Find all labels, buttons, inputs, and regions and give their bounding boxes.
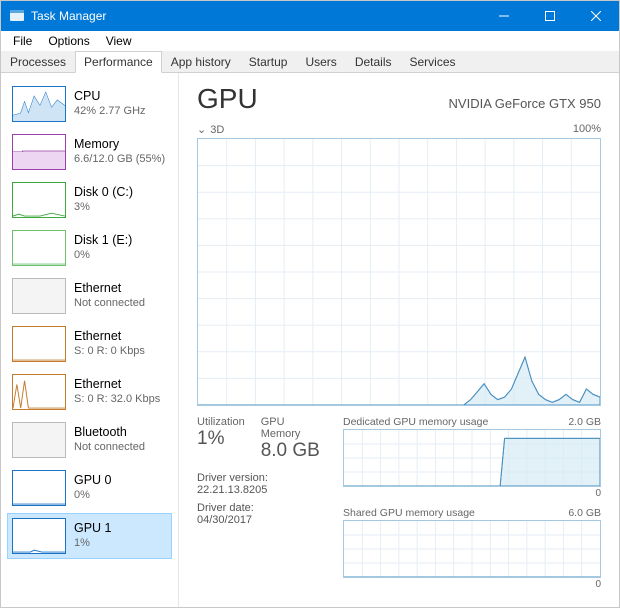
sidebar-item-label: CPU: [74, 89, 146, 105]
thumbnail-chart-icon: [12, 230, 66, 266]
sidebar-item-gpu1[interactable]: GPU 11%: [7, 513, 172, 559]
sidebar-item-bluetooth[interactable]: BluetoothNot connected: [7, 417, 172, 463]
menubar: File Options View: [1, 31, 619, 51]
gpu-mem-label: GPU Memory: [261, 416, 325, 440]
dedicated-mem-chart[interactable]: [343, 429, 601, 487]
sidebar-item-gpu0[interactable]: GPU 00%: [7, 465, 172, 511]
tab-details[interactable]: Details: [346, 51, 401, 72]
window-controls: [481, 1, 619, 31]
util-label: Utilization: [197, 416, 245, 428]
sidebar-item-label: Bluetooth: [74, 425, 145, 441]
sidebar-item-sub: 3%: [74, 201, 133, 215]
gpu-mem-value: 8.0 GB: [261, 440, 325, 462]
close-button[interactable]: [573, 1, 619, 31]
sidebar-item-label: Ethernet: [74, 281, 145, 297]
tab-processes[interactable]: Processes: [1, 51, 75, 72]
sidebar-item-sub: Not connected: [74, 441, 145, 455]
sidebar-item-disk1[interactable]: Disk 1 (E:)0%: [7, 225, 172, 271]
driver-version-label: Driver version:: [197, 472, 325, 484]
chart-selector[interactable]: ⌄ 3D: [197, 123, 224, 136]
sidebar-item-ethernet-1[interactable]: EthernetS: 0 R: 0 Kbps: [7, 321, 172, 367]
shared-mem-chart[interactable]: [343, 520, 601, 578]
thumbnail-chart-icon: [12, 470, 66, 506]
driver-version-value: 22.21.13.8205: [197, 484, 325, 496]
sidebar-item-sub: 0%: [74, 489, 112, 503]
chart-zero-label: 0: [343, 488, 601, 499]
titlebar: Task Manager: [1, 1, 619, 31]
sidebar-item-sub: 42% 2.77 GHz: [74, 105, 146, 119]
util-value: 1%: [197, 428, 245, 450]
window-title: Task Manager: [31, 9, 481, 23]
detail-panel: GPU NVIDIA GeForce GTX 950 ⌄ 3D 100% Util…: [179, 73, 619, 607]
sidebar-item-sub: 1%: [74, 537, 112, 551]
tab-startup[interactable]: Startup: [240, 51, 297, 72]
thumbnail-chart-icon: [12, 134, 66, 170]
menu-options[interactable]: Options: [40, 32, 97, 50]
detail-device-name: NVIDIA GeForce GTX 950: [449, 96, 601, 111]
sidebar-item-sub: 6.6/12.0 GB (55%): [74, 153, 165, 167]
thumbnail-chart-icon: [12, 422, 66, 458]
chart-zero-label: 0: [343, 579, 601, 590]
tab-users[interactable]: Users: [296, 51, 345, 72]
main-area: CPU42% 2.77 GHz Memory6.6/12.0 GB (55%) …: [1, 73, 619, 607]
dedicated-mem-label: Dedicated GPU memory usage: [343, 416, 488, 428]
sidebar-item-sub: S: 0 R: 0 Kbps: [74, 345, 145, 359]
thumbnail-chart-icon: [12, 326, 66, 362]
sidebar-item-sub: S: 0 R: 32.0 Kbps: [74, 393, 160, 407]
thumbnail-chart-icon: [12, 278, 66, 314]
shared-mem-max: 6.0 GB: [568, 507, 601, 519]
chevron-down-icon: ⌄: [197, 124, 206, 136]
minimize-button[interactable]: [481, 1, 527, 31]
tab-performance[interactable]: Performance: [75, 51, 162, 73]
sidebar-item-ethernet-2[interactable]: EthernetS: 0 R: 32.0 Kbps: [7, 369, 172, 415]
chart-name: 3D: [210, 124, 224, 136]
thumbnail-chart-icon: [12, 518, 66, 554]
sidebar-item-sub: 0%: [74, 249, 132, 263]
menu-file[interactable]: File: [5, 32, 40, 50]
tab-services[interactable]: Services: [401, 51, 465, 72]
sidebar-item-label: GPU 0: [74, 473, 112, 489]
dedicated-mem-max: 2.0 GB: [568, 416, 601, 428]
tab-app-history[interactable]: App history: [162, 51, 240, 72]
sidebar-item-label: Memory: [74, 137, 165, 153]
sidebar-item-label: Disk 0 (C:): [74, 185, 133, 201]
driver-date-value: 04/30/2017: [197, 514, 325, 526]
chart-max-label: 100%: [573, 123, 601, 136]
sidebar-item-memory[interactable]: Memory6.6/12.0 GB (55%): [7, 129, 172, 175]
maximize-button[interactable]: [527, 1, 573, 31]
sidebar-item-disk0[interactable]: Disk 0 (C:)3%: [7, 177, 172, 223]
tabbar: Processes Performance App history Startu…: [1, 51, 619, 73]
app-icon: [9, 8, 25, 24]
sidebar: CPU42% 2.77 GHz Memory6.6/12.0 GB (55%) …: [1, 73, 179, 607]
sidebar-item-cpu[interactable]: CPU42% 2.77 GHz: [7, 81, 172, 127]
shared-mem-label: Shared GPU memory usage: [343, 507, 475, 519]
thumbnail-chart-icon: [12, 374, 66, 410]
driver-date-label: Driver date:: [197, 502, 325, 514]
sidebar-item-label: Ethernet: [74, 329, 145, 345]
thumbnail-chart-icon: [12, 182, 66, 218]
sidebar-item-label: GPU 1: [74, 521, 112, 537]
sidebar-item-label: Disk 1 (E:): [74, 233, 132, 249]
main-chart[interactable]: [197, 138, 601, 406]
sidebar-item-label: Ethernet: [74, 377, 160, 393]
menu-view[interactable]: View: [98, 32, 140, 50]
thumbnail-chart-icon: [12, 86, 66, 122]
sidebar-item-sub: Not connected: [74, 297, 145, 311]
stats-panel: Utilization 1% GPU Memory 8.0 GB Driver …: [197, 416, 325, 590]
sidebar-item-ethernet-0[interactable]: EthernetNot connected: [7, 273, 172, 319]
detail-title: GPU: [197, 83, 258, 115]
